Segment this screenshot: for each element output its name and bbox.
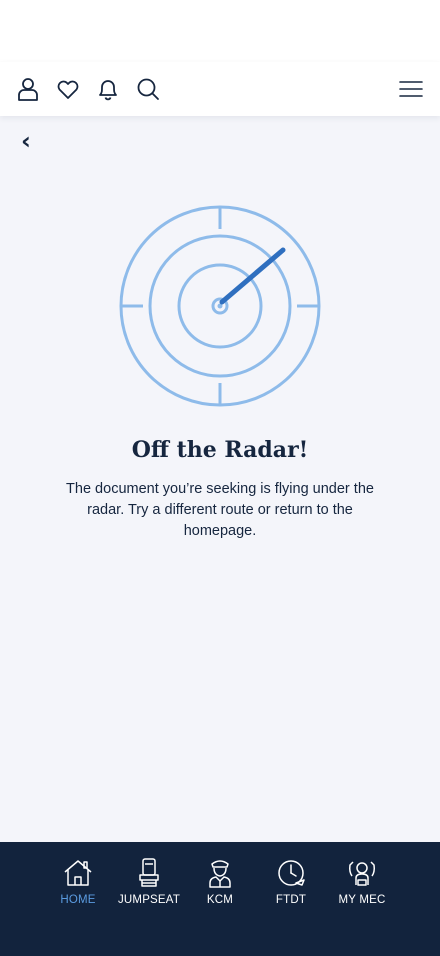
people-icon [349,861,375,886]
user-icon[interactable] [15,76,41,102]
bottom-navigation: HOME JUMPSEAT KCM FTDT MY MEC [0,842,440,956]
nav-label: MY MEC [338,894,386,906]
nav-item-my-mec[interactable]: MY MEC [326,856,398,912]
bell-icon[interactable] [95,76,121,102]
error-message: The document you’re seeking is flying un… [66,481,374,539]
nav-item-kcm[interactable]: KCM [184,856,256,912]
nav-item-ftdt[interactable]: FTDT [255,856,327,912]
top-header-bar [0,62,440,116]
status-bar-area [0,0,440,62]
error-title: Off the Radar! [131,437,309,463]
nav-label: JUMPSEAT [117,894,181,906]
home-icon [64,860,92,886]
back-button[interactable]: ‹ [14,126,38,156]
nav-label: HOME [60,894,96,906]
clock-plane-icon [278,860,305,886]
menu-icon[interactable] [398,76,424,102]
nav-item-jumpseat[interactable]: JUMPSEAT [113,856,185,912]
pilot-icon [209,860,231,888]
nav-item-home[interactable]: HOME [42,856,114,912]
search-icon[interactable] [135,76,161,102]
nav-label: FTDT [275,894,307,906]
radar-illustration [119,205,321,407]
nav-label: KCM [206,894,234,906]
heart-icon[interactable] [55,76,81,102]
seat-icon [139,858,159,887]
